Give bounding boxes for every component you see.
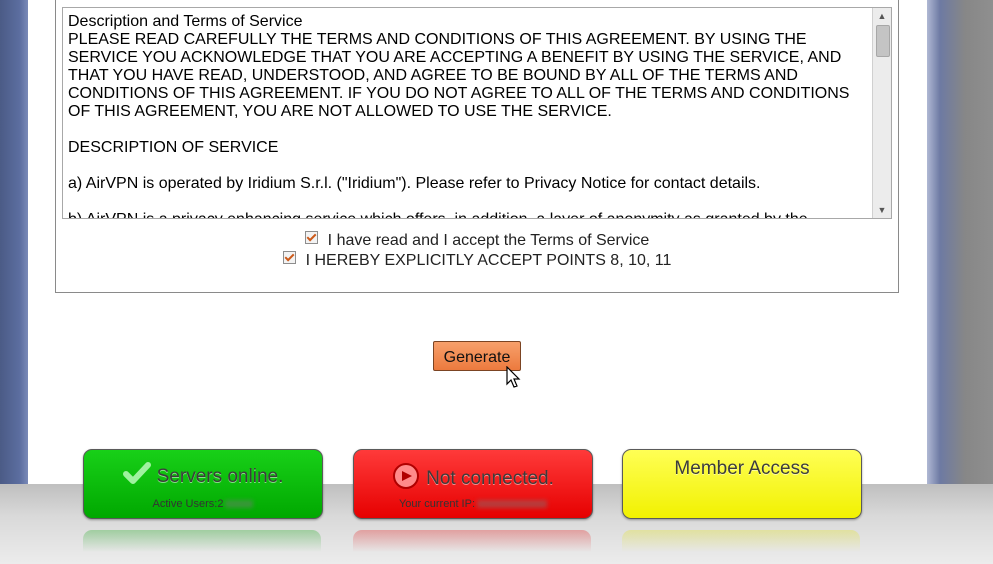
active-users-label: Active Users: xyxy=(152,498,218,510)
servers-online-card[interactable]: Servers online. Active Users:2 xyxy=(83,449,323,519)
checkmark-icon xyxy=(122,462,151,492)
disconnected-icon xyxy=(392,462,420,496)
servers-card-reflection xyxy=(83,530,321,552)
redacted-ip xyxy=(477,500,548,509)
accept-tos-label[interactable]: I have read and I accept the Terms of Se… xyxy=(328,232,650,249)
connection-status-card[interactable]: Not connected. Your current IP: xyxy=(353,449,593,519)
connection-status-label: Not connected. xyxy=(426,468,554,490)
member-access-card[interactable]: Member Access xyxy=(622,449,862,519)
terms-textarea[interactable]: Description and Terms of Service PLEASE … xyxy=(62,7,892,219)
servers-online-title: Servers online. xyxy=(84,462,322,492)
current-ip-label: Your current IP: xyxy=(398,498,476,510)
servers-online-label: Servers online. xyxy=(156,466,284,488)
accept-points-checkbox[interactable] xyxy=(282,251,296,265)
accept-points-row: I HEREBY EXPLICITLY ACCEPT POINTS 8, 10,… xyxy=(56,251,898,270)
accept-points-label[interactable]: I HEREBY EXPLICITLY ACCEPT POINTS 8, 10,… xyxy=(306,252,672,269)
redacted-users xyxy=(225,500,254,509)
connection-card-reflection xyxy=(353,530,591,552)
scroll-down-icon[interactable]: ▼ xyxy=(873,203,891,217)
active-users-line: Active Users:2 xyxy=(84,498,322,510)
terms-text: Description and Terms of Service PLEASE … xyxy=(68,13,850,218)
member-card-reflection xyxy=(622,530,860,552)
scroll-thumb[interactable] xyxy=(876,25,890,57)
terms-scrollbar[interactable]: ▲ ▼ xyxy=(872,8,891,218)
current-ip-line: Your current IP: xyxy=(354,498,592,510)
connection-status-title: Not connected. xyxy=(354,462,592,496)
accept-tos-row: I have read and I accept the Terms of Se… xyxy=(56,231,898,250)
mouse-pointer-icon xyxy=(506,366,521,388)
member-access-title: Member Access xyxy=(674,458,810,479)
active-users-value: 2 xyxy=(217,498,224,510)
scroll-up-icon[interactable]: ▲ xyxy=(873,9,891,23)
terms-of-service-panel: Description and Terms of Service PLEASE … xyxy=(55,0,899,293)
accept-tos-checkbox[interactable] xyxy=(304,231,318,245)
